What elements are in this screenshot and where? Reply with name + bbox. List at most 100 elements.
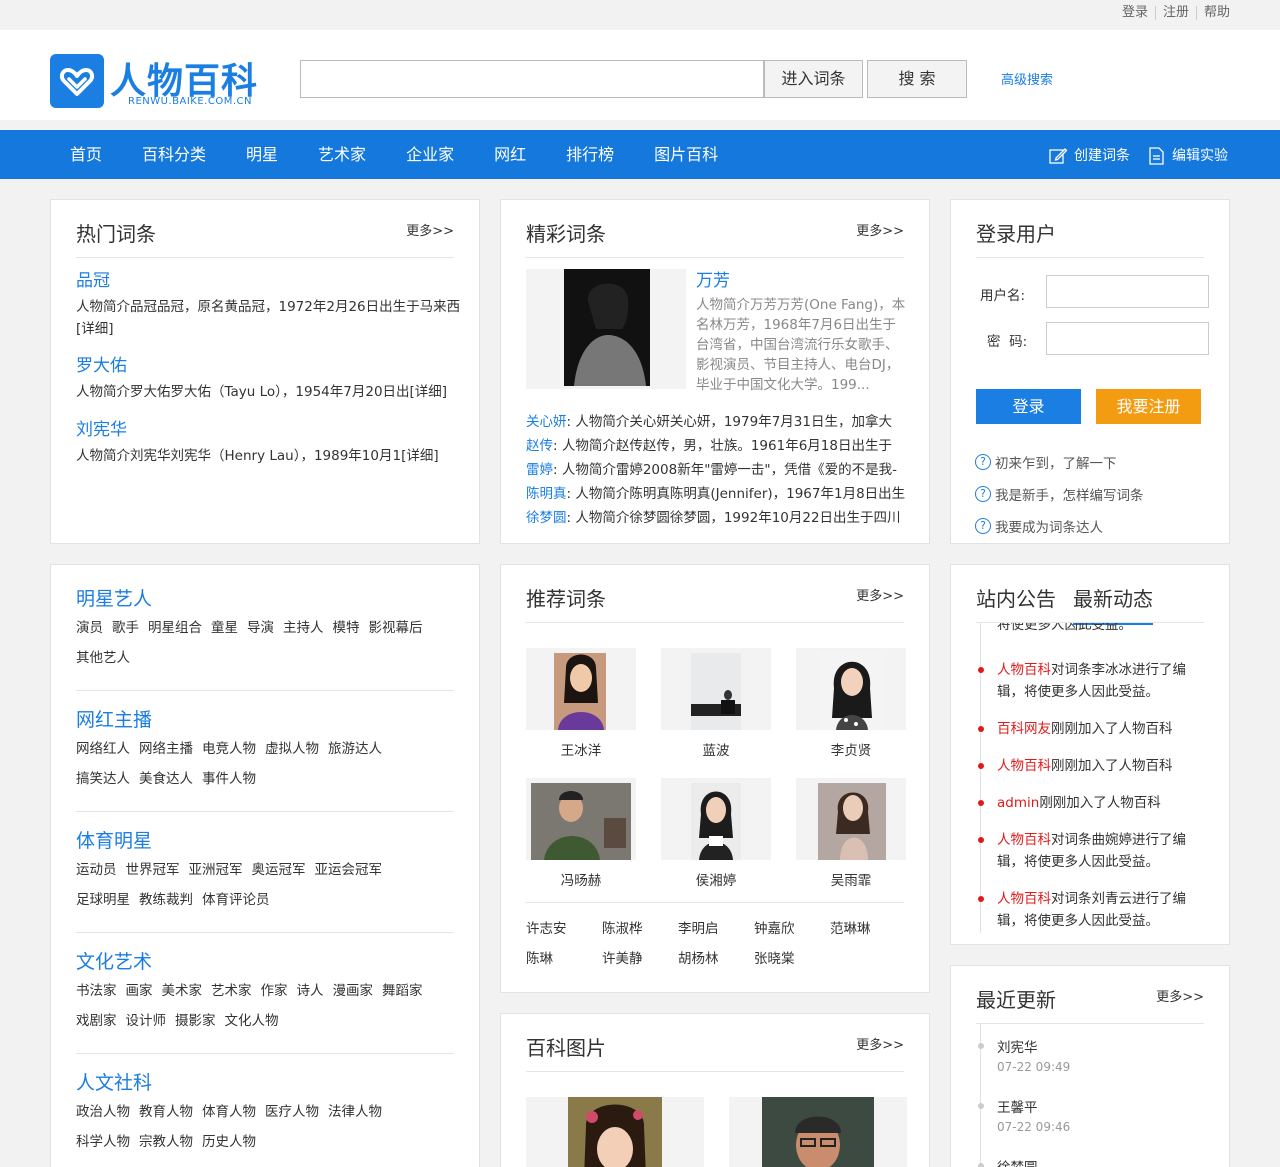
recommended-name-link[interactable]: 许美静: [602, 947, 678, 967]
recommended-name-link[interactable]: 许志安: [526, 917, 602, 937]
category-tag[interactable]: 艺术家: [211, 983, 252, 999]
category-tag[interactable]: 旅游达人: [328, 741, 382, 757]
recommended-photo[interactable]: [526, 778, 636, 860]
recommended-more-link[interactable]: 更多>>: [856, 585, 904, 604]
enter-entry-button[interactable]: 进入词条: [764, 60, 863, 98]
category-tag[interactable]: 戏剧家: [76, 1013, 117, 1029]
recommended-name[interactable]: 蓝波: [661, 739, 771, 759]
category-title[interactable]: 文化艺术: [76, 950, 461, 974]
recommended-name-link[interactable]: 钟嘉欣: [754, 917, 830, 937]
notice-user-link[interactable]: 人物百科: [997, 758, 1051, 774]
recommended-name[interactable]: 侯湘婷: [661, 869, 771, 889]
category-tag[interactable]: 亚运会冠军: [315, 862, 383, 878]
category-tag[interactable]: 教育人物: [139, 1104, 193, 1120]
category-tag[interactable]: 事件人物: [202, 771, 256, 787]
featured-list-name[interactable]: 关心妍: [526, 414, 567, 430]
hot-entry-title[interactable]: 刘宪华: [76, 419, 461, 441]
category-tag[interactable]: 法律人物: [328, 1104, 382, 1120]
category-tag[interactable]: 电竞人物: [202, 741, 256, 757]
login-link[interactable]: 登录: [1115, 6, 1156, 20]
recent-more-link[interactable]: 更多>>: [1156, 986, 1204, 1005]
nav-item-influencers[interactable]: 网红: [474, 130, 546, 179]
category-tag[interactable]: 主持人: [283, 620, 324, 636]
category-tag[interactable]: 其他艺人: [76, 650, 130, 666]
category-tag[interactable]: 舞蹈家: [382, 983, 423, 999]
category-tag[interactable]: 演员: [76, 620, 103, 636]
recommended-photo[interactable]: [796, 648, 906, 730]
search-input[interactable]: [300, 60, 764, 98]
category-tag[interactable]: 体育评论员: [202, 892, 270, 908]
help-link[interactable]: ? 我是新手，怎样编写词条: [975, 484, 1144, 504]
category-tag[interactable]: 教练裁判: [139, 892, 193, 908]
help-link[interactable]: ? 初来乍到，了解一下: [975, 452, 1117, 472]
category-tag[interactable]: 科学人物: [76, 1134, 130, 1150]
featured-list-name[interactable]: 徐梦圆: [526, 510, 567, 526]
category-tag[interactable]: 诗人: [297, 983, 324, 999]
featured-list-name[interactable]: 陈明真: [526, 486, 567, 502]
password-input[interactable]: [1046, 322, 1209, 355]
tab-latest[interactable]: 最新动态: [1073, 583, 1153, 625]
notice-user-link[interactable]: admin: [997, 795, 1039, 811]
nav-item-entrepreneurs[interactable]: 企业家: [386, 130, 474, 179]
register-link[interactable]: 注册: [1156, 6, 1197, 20]
category-tag[interactable]: 医疗人物: [265, 1104, 319, 1120]
category-tag[interactable]: 足球明星: [76, 892, 130, 908]
gallery-photo[interactable]: [729, 1097, 907, 1167]
category-tag[interactable]: 运动员: [76, 862, 117, 878]
recommended-name-link[interactable]: 陈淑桦: [602, 917, 678, 937]
recommended-name-link[interactable]: 李明启: [678, 917, 754, 937]
category-tag[interactable]: 文化人物: [225, 1013, 279, 1029]
nav-item-home[interactable]: 首页: [50, 130, 122, 179]
category-tag[interactable]: 宗教人物: [139, 1134, 193, 1150]
nav-item-rankings[interactable]: 排行榜: [546, 130, 634, 179]
help-link[interactable]: ? 我要成为词条达人: [975, 516, 1103, 536]
nav-item-artists[interactable]: 艺术家: [298, 130, 386, 179]
hot-entry-title[interactable]: 品冠: [76, 270, 461, 292]
recommended-photo[interactable]: [526, 648, 636, 730]
category-tag[interactable]: 历史人物: [202, 1134, 256, 1150]
category-title[interactable]: 体育明星: [76, 829, 461, 853]
gallery-photo[interactable]: [526, 1097, 704, 1167]
category-tag[interactable]: 漫画家: [333, 983, 374, 999]
category-tag[interactable]: 搞笑达人: [76, 771, 130, 787]
notice-user-link[interactable]: 人物百科: [997, 891, 1051, 907]
site-logo[interactable]: 人物百科 RENWU.BAIKE.COM.CN: [50, 54, 280, 114]
notice-user-link[interactable]: 人物百科: [997, 832, 1051, 848]
advanced-search-link[interactable]: 高级搜索: [1001, 69, 1053, 88]
recommended-name-link[interactable]: 范琳琳: [830, 917, 906, 937]
gallery-more-link[interactable]: 更多>>: [856, 1034, 904, 1053]
recommended-name[interactable]: 李贞贤: [796, 739, 906, 759]
category-tag[interactable]: 奥运冠军: [252, 862, 306, 878]
edit-lab-link[interactable]: 编辑实验: [1146, 130, 1228, 182]
recommended-name-link[interactable]: 张晓棠: [754, 947, 830, 967]
search-button[interactable]: 搜 索: [867, 60, 967, 98]
category-title[interactable]: 明星艺人: [76, 587, 461, 611]
recent-entry-name[interactable]: 王馨平: [997, 1096, 1038, 1116]
category-tag[interactable]: 歌手: [112, 620, 139, 636]
category-tag[interactable]: 美术家: [162, 983, 203, 999]
featured-list-name[interactable]: 赵传: [526, 438, 553, 454]
create-entry-link[interactable]: 创建词条: [1048, 130, 1130, 182]
category-tag[interactable]: 作家: [261, 983, 288, 999]
category-tag[interactable]: 设计师: [126, 1013, 167, 1029]
category-tag[interactable]: 虚拟人物: [265, 741, 319, 757]
category-tag[interactable]: 模特: [333, 620, 360, 636]
hot-more-link[interactable]: 更多>>: [406, 220, 454, 239]
category-tag[interactable]: 摄影家: [175, 1013, 216, 1029]
featured-photo[interactable]: [526, 269, 686, 389]
category-tag[interactable]: 政治人物: [76, 1104, 130, 1120]
register-button[interactable]: 我要注册: [1096, 389, 1201, 424]
recommended-name-link[interactable]: 陈琳: [526, 947, 602, 967]
nav-item-categories[interactable]: 百科分类: [122, 130, 226, 179]
category-tag[interactable]: 亚洲冠军: [189, 862, 243, 878]
help-link[interactable]: 帮助: [1197, 6, 1230, 20]
category-tag[interactable]: 网络红人: [76, 741, 130, 757]
recommended-name[interactable]: 吴雨霏: [796, 869, 906, 889]
featured-list-name[interactable]: 雷婷: [526, 462, 553, 478]
recent-entry-name[interactable]: 刘宪华: [997, 1036, 1038, 1056]
recommended-photo[interactable]: [661, 778, 771, 860]
category-tag[interactable]: 体育人物: [202, 1104, 256, 1120]
category-tag[interactable]: 书法家: [76, 983, 117, 999]
recommended-photo[interactable]: [796, 778, 906, 860]
category-tag[interactable]: 美食达人: [139, 771, 193, 787]
